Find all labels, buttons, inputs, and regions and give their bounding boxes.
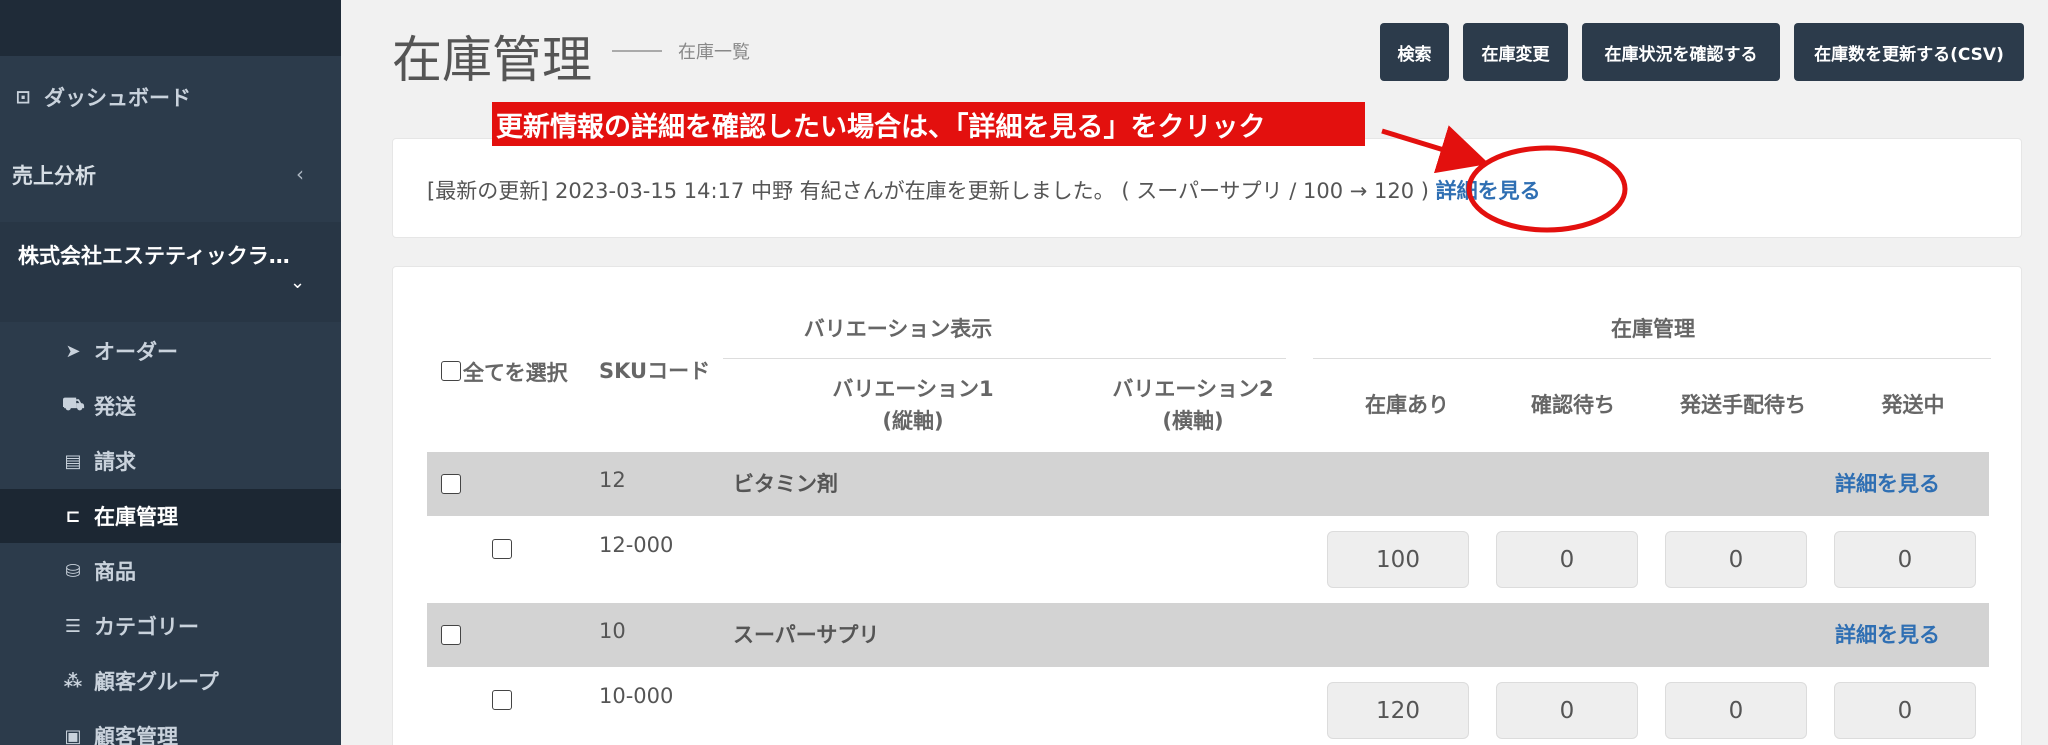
shipping-header: 発送中 — [1881, 393, 1945, 417]
paper-plane-icon: ➤ — [65, 340, 81, 362]
product-detail-link[interactable]: 詳細を見る — [1835, 619, 1940, 649]
title-divider — [612, 50, 662, 52]
select-all-header: 全てを選択 — [463, 361, 568, 385]
sidebar-item-label: 売上分析 — [12, 164, 96, 188]
sidebar-item-dashboard[interactable]: ⊡ ダッシュボード — [0, 80, 341, 114]
variant-checkbox[interactable] — [492, 690, 512, 710]
variant-sku: 10-000 — [599, 684, 674, 708]
search-button[interactable]: 検索 — [1380, 23, 1449, 81]
in-stock-qty: 120 — [1327, 682, 1469, 739]
variation-group-divider — [723, 358, 1286, 359]
awaiting-shipment-qty: 0 — [1665, 531, 1807, 588]
sidebar-item-label: オーダー — [94, 340, 178, 364]
chevron-down-icon: ⌄ — [290, 272, 306, 293]
update-detail-link[interactable]: 詳細を見る — [1436, 179, 1541, 203]
sidebar-item-sales-analysis[interactable]: 売上分析 ‹ — [0, 158, 341, 192]
page-subtitle: 在庫一覧 — [678, 42, 750, 63]
sidebar-item-billing[interactable]: ▤ 請求 — [0, 434, 341, 488]
product-checkbox[interactable] — [441, 625, 461, 645]
sidebar-item-inventory[interactable]: ⊏ 在庫管理 — [0, 489, 341, 543]
in-stock-header: 在庫あり — [1365, 393, 1449, 417]
variation-group-header: バリエーション表示 — [803, 317, 993, 341]
sitemap-icon: ⁂ — [63, 670, 83, 692]
variant-checkbox[interactable] — [492, 539, 512, 559]
sidebar-item-label: 顧客グループ — [94, 670, 219, 694]
select-all-checkbox[interactable] — [441, 361, 461, 381]
address-book-icon: ▣ — [64, 725, 82, 745]
product-name: スーパーサプリ — [733, 623, 880, 647]
inventory-table-panel: バリエーション表示 在庫管理 全てを選択 SKUコード バリエーション1 (縦軸… — [392, 266, 2022, 745]
company-name: 株式会社エステティックラ… — [18, 244, 290, 268]
awaiting-shipment-qty: 0 — [1665, 682, 1807, 739]
sidebar-item-label: ダッシュボード — [44, 86, 191, 110]
sidebar-item-categories[interactable]: ☰ カテゴリー — [0, 599, 341, 653]
product-checkbox[interactable] — [441, 474, 461, 494]
shipping-qty: 0 — [1834, 531, 1976, 588]
product-row: 10 スーパーサプリ 詳細を見る — [427, 603, 1989, 667]
sidebar: ⊡ ダッシュボード 売上分析 ‹ 株式会社エステティックラ… ⌄ ➤ オーダー … — [0, 0, 341, 745]
chevron-left-icon: ‹ — [296, 162, 304, 186]
list-icon: ☰ — [64, 615, 82, 637]
annotation-callout: 更新情報の詳細を確認したい場合は、「詳細を見る」をクリック — [492, 102, 1365, 146]
awaiting-confirmation-qty: 0 — [1496, 531, 1638, 588]
stock-change-button[interactable]: 在庫変更 — [1463, 23, 1568, 81]
sidebar-item-label: カテゴリー — [94, 615, 199, 639]
sidebar-item-shipping[interactable]: ⛟ 発送 — [0, 379, 341, 433]
sidebar-header — [0, 0, 341, 56]
in-stock-qty: 100 — [1327, 531, 1469, 588]
sidebar-item-label: 発送 — [94, 395, 136, 419]
sku-header: SKUコード — [599, 359, 711, 383]
update-stock-csv-button[interactable]: 在庫数を更新する(CSV) — [1794, 23, 2024, 81]
stock-group-header: 在庫管理 — [1611, 317, 1695, 341]
latest-update-row: [最新の更新] 2023-03-15 14:17 中野 有紀さんが在庫を更新しま… — [427, 175, 1541, 205]
latest-update-panel: [最新の更新] 2023-03-15 14:17 中野 有紀さんが在庫を更新しま… — [392, 138, 2022, 238]
variation2-header: バリエーション2 — [1112, 377, 1274, 401]
shipping-qty: 0 — [1834, 682, 1976, 739]
variant-sku: 12-000 — [599, 533, 674, 557]
truck-icon: ⛟ — [62, 394, 85, 415]
variation1-header: バリエーション1 — [832, 377, 994, 401]
product-name: ビタミン剤 — [733, 472, 838, 496]
sidebar-item-label: 請求 — [94, 450, 136, 474]
sidebar-company-selector[interactable]: 株式会社エステティックラ… ⌄ — [0, 222, 341, 322]
awaiting-confirmation-header: 確認待ち — [1531, 393, 1615, 417]
dashboard-icon: ⊡ — [15, 86, 31, 108]
product-row: 12 ビタミン剤 詳細を見る — [427, 452, 1989, 516]
latest-update-text: [最新の更新] 2023-03-15 14:17 中野 有紀さんが在庫を更新しま… — [427, 179, 1429, 203]
sidebar-item-customer-groups[interactable]: ⁂ 顧客グループ — [0, 654, 341, 708]
page-title: 在庫管理 — [392, 31, 592, 89]
sidebar-item-customers[interactable]: ▣ 顧客管理 — [0, 709, 341, 745]
sidebar-item-orders[interactable]: ➤ オーダー — [0, 324, 341, 378]
stock-group-divider — [1313, 358, 1991, 359]
sidebar-item-label: 在庫管理 — [94, 505, 178, 529]
laptop-icon: ⊏ — [65, 505, 81, 527]
product-detail-link[interactable]: 詳細を見る — [1835, 468, 1940, 498]
sidebar-item-label: 顧客管理 — [94, 725, 178, 745]
variation2-axis-header: (横軸) — [1162, 409, 1224, 433]
check-stock-status-button[interactable]: 在庫状況を確認する — [1582, 23, 1780, 81]
sidebar-item-products[interactable]: ⛁ 商品 — [0, 544, 341, 598]
document-icon: ▤ — [64, 450, 82, 472]
awaiting-confirmation-qty: 0 — [1496, 682, 1638, 739]
sidebar-item-label: 商品 — [94, 560, 136, 584]
product-sku: 12 — [599, 468, 626, 492]
awaiting-shipment-header: 発送手配待ち — [1680, 393, 1806, 417]
variation1-axis-header: (縦軸) — [882, 409, 944, 433]
shopping-bag-icon: ⛁ — [65, 560, 81, 582]
product-sku: 10 — [599, 619, 626, 643]
